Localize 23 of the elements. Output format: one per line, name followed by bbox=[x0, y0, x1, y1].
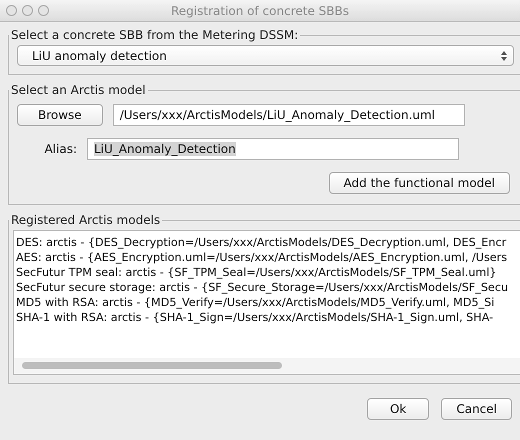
ok-button[interactable]: Ok bbox=[366, 398, 430, 420]
group-title: Select a concrete SBB from the Metering DSSM: bbox=[10, 28, 300, 42]
horizontal-scrollbar[interactable] bbox=[14, 358, 520, 374]
list-item[interactable]: MD5 with RSA: arctis - {MD5_Verify=/Users/xxx/ArctisModels/MD5_Verify.uml, MD5_Si bbox=[16, 295, 520, 310]
stepper-icon bbox=[501, 50, 507, 60]
alias-field[interactable]: LiU_Anomaly_Detection bbox=[87, 138, 459, 160]
list-item[interactable]: SecFutur secure storage: arctis - {SF_Secure_Storage=/Users/xxx/ArctisModels/SF_Secu bbox=[16, 280, 520, 295]
add-model-button[interactable]: Add the functional model bbox=[328, 172, 510, 194]
group-title: Select an Arctis model bbox=[10, 83, 147, 97]
cancel-button[interactable]: Cancel bbox=[441, 398, 512, 420]
window-control-icon[interactable] bbox=[6, 5, 17, 16]
path-field[interactable]: /Users/xxx/ArctisModels/LiU_Anomaly_Detection.uml bbox=[112, 104, 465, 126]
list-item[interactable]: DES: arctis - {DES_Decryption=/Users/xxx/ArctisModels/DES_Decryption.uml, DES_Encr bbox=[16, 235, 520, 250]
window-title: Registration of concrete SBBs bbox=[170, 4, 350, 18]
browse-button[interactable]: Browse bbox=[17, 104, 103, 126]
group-title: Registered Arctis models bbox=[10, 213, 162, 227]
window-control-icon[interactable] bbox=[38, 5, 49, 16]
window-control-icon[interactable] bbox=[22, 5, 33, 16]
sbb-dropdown[interactable]: LiU anomaly detection bbox=[17, 45, 514, 66]
list-item[interactable]: AES: arctis - {AES_Encryption.uml=/Users/xxx/ArctisModels/AES_Encryption.uml, /Users bbox=[16, 250, 520, 265]
list-item[interactable]: SecFutur TPM seal: arctis - {SF_TPM_Seal=/Users/xxx/ArctisModels/SF_TPM_Seal.uml} bbox=[16, 265, 520, 280]
list-item[interactable]: SHA-1 with RSA: arctis - {SHA-1_Sign=/Users/xxx/ArctisModels/SHA-1_Sign.uml, SHA- bbox=[16, 310, 520, 325]
alias-label: Alias: bbox=[43, 142, 77, 156]
